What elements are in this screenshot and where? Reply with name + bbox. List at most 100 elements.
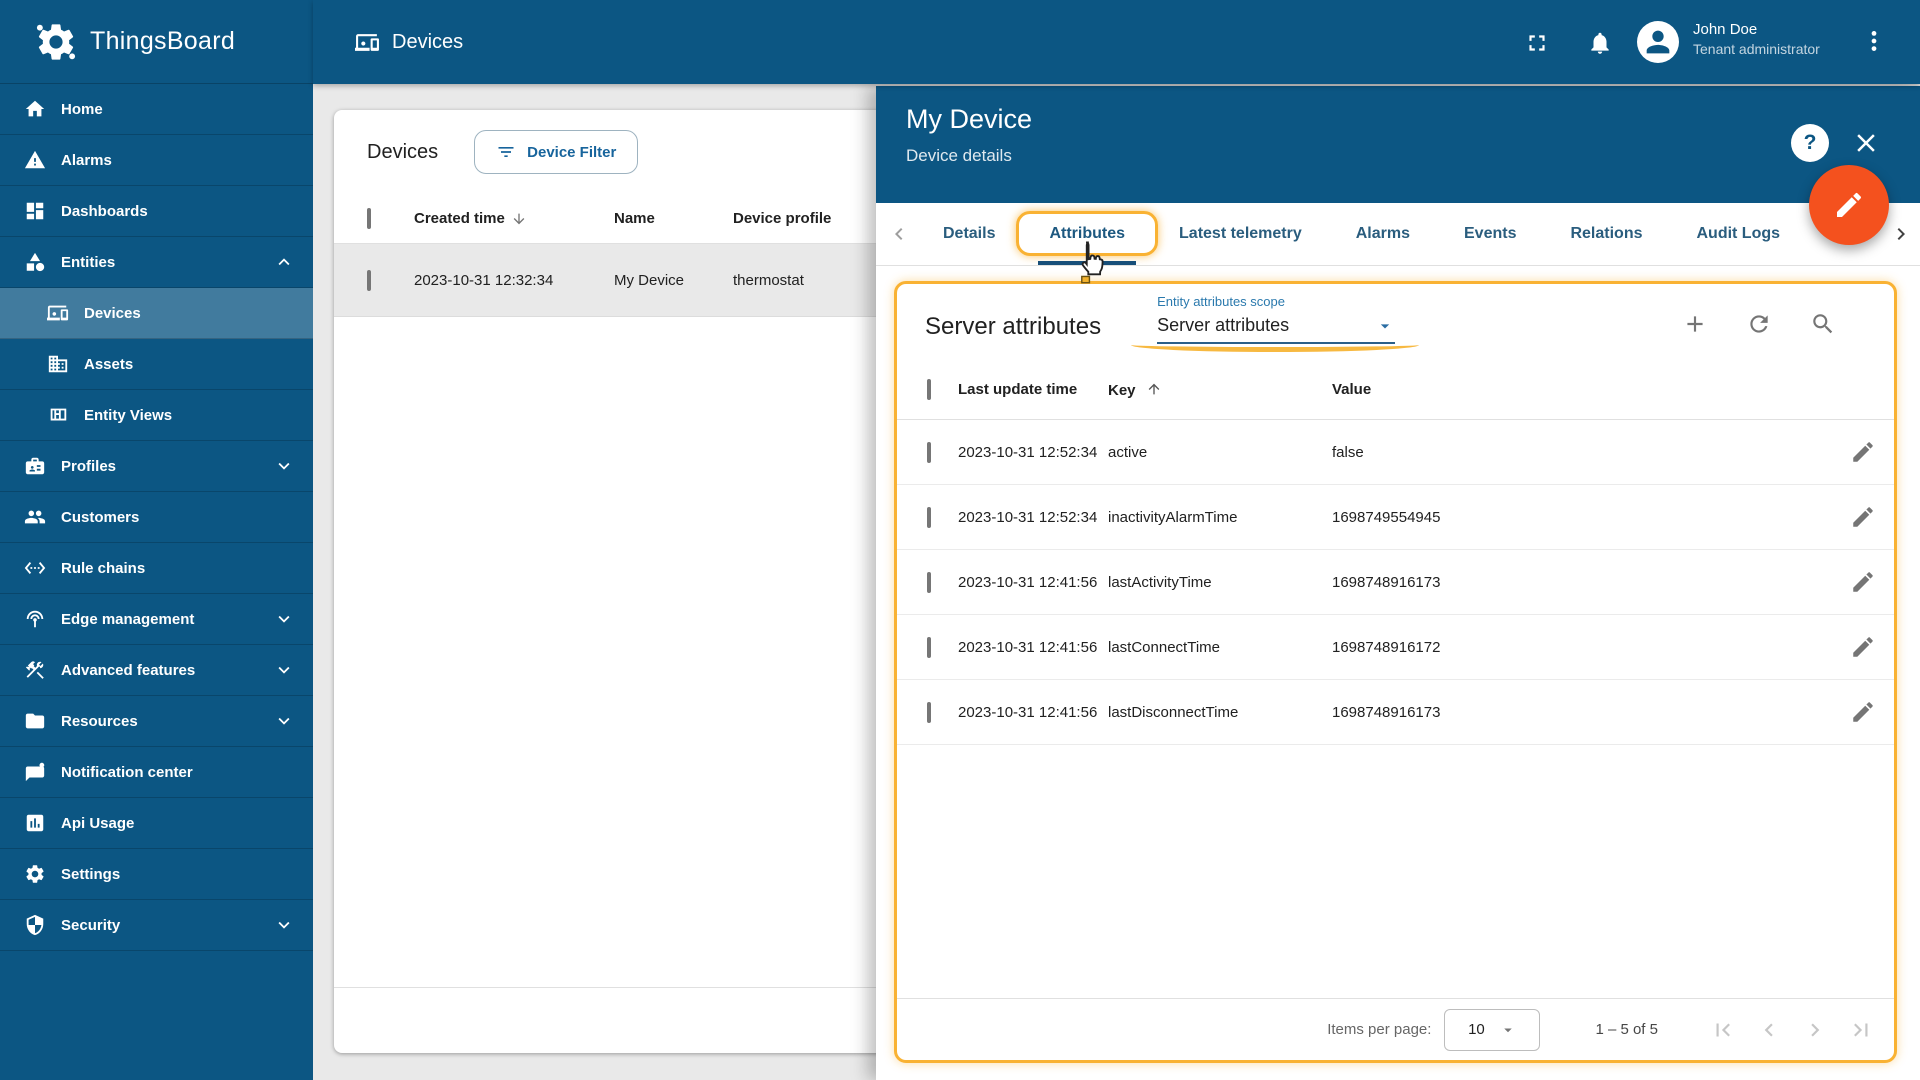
- row-checkbox[interactable]: [927, 701, 931, 723]
- select-all-checkbox[interactable]: [367, 208, 371, 229]
- attribute-row-last-disconnect-time[interactable]: 2023-10-31 12:41:56 lastDisconnectTime 1…: [897, 680, 1894, 745]
- chevron-down-icon: [278, 615, 290, 623]
- column-key[interactable]: Key: [1108, 381, 1332, 399]
- attributes-card: Server attributes Entity attributes scop…: [894, 281, 1897, 1063]
- add-attribute-button[interactable]: [1682, 311, 1708, 337]
- refresh-button[interactable]: [1746, 311, 1772, 337]
- tab-relations[interactable]: Relations: [1543, 203, 1669, 265]
- attribute-row-inactivity-alarm-time[interactable]: 2023-10-31 12:52:34 inactivityAlarmTime …: [897, 485, 1894, 550]
- pencil-icon: [1853, 572, 1873, 592]
- edit-device-fab[interactable]: [1809, 165, 1889, 245]
- last-page-icon: [1854, 1023, 1868, 1036]
- row-checkbox[interactable]: [927, 441, 931, 463]
- chevron-down-icon: [278, 462, 290, 470]
- sidebar-item-edge-management[interactable]: Edge management: [0, 594, 313, 645]
- sidebar-item-devices[interactable]: Devices: [0, 288, 313, 339]
- sidebar-item-advanced-features[interactable]: Advanced features: [0, 645, 313, 696]
- entities-icon: [26, 252, 45, 272]
- sidebar-item-home[interactable]: Home: [0, 84, 313, 135]
- chevron-right-icon: [1897, 228, 1905, 240]
- kebab-icon: [1871, 31, 1877, 51]
- refresh-icon: [1750, 315, 1768, 333]
- notification-center-icon: [25, 762, 45, 782]
- dropdown-arrow-icon: [1504, 1028, 1512, 1032]
- row-checkbox[interactable]: [927, 636, 931, 658]
- row-checkbox[interactable]: [927, 506, 931, 528]
- sidebar-item-resources[interactable]: Resources: [0, 696, 313, 747]
- attribute-row-active[interactable]: 2023-10-31 12:52:34 active false: [897, 420, 1894, 485]
- thingsboard-logo-icon: [36, 23, 76, 60]
- column-created-time[interactable]: Created time: [414, 210, 614, 227]
- tab-events[interactable]: Events: [1437, 203, 1543, 265]
- sidebar-item-dashboards[interactable]: Dashboards: [0, 186, 313, 237]
- sidebar-item-security[interactable]: Security: [0, 900, 313, 951]
- first-page-button[interactable]: [1710, 1017, 1736, 1043]
- sidebar-item-rule-chains[interactable]: Rule chains: [0, 543, 313, 594]
- notifications-button[interactable]: [1587, 30, 1613, 56]
- edge-management-icon: [26, 610, 44, 628]
- items-per-page-label: Items per page:: [1327, 1021, 1432, 1038]
- rule-chains-icon: [24, 562, 46, 574]
- column-value[interactable]: Value: [1332, 381, 1832, 398]
- fullscreen-button[interactable]: [1524, 30, 1550, 56]
- more-menu-button[interactable]: [1861, 28, 1887, 54]
- last-page-button[interactable]: [1848, 1017, 1874, 1043]
- edit-attribute-button[interactable]: [1850, 439, 1876, 465]
- app-title: ThingsBoard: [90, 27, 236, 55]
- entity-views-icon: [50, 408, 67, 421]
- edit-attribute-button[interactable]: [1850, 569, 1876, 595]
- column-name[interactable]: Name: [614, 210, 733, 227]
- row-checkbox[interactable]: [927, 571, 931, 593]
- previous-page-button[interactable]: [1756, 1017, 1782, 1043]
- column-last-update-time[interactable]: Last update time: [958, 381, 1108, 398]
- tabs-scroll-left-button[interactable]: [882, 203, 916, 265]
- bell-icon: [1591, 32, 1609, 54]
- edit-attribute-button[interactable]: [1850, 634, 1876, 660]
- panel-title: My Device: [906, 104, 1033, 134]
- row-checkbox[interactable]: [367, 269, 371, 291]
- sidebar-item-customers[interactable]: Customers: [0, 492, 313, 543]
- sort-desc-icon: [513, 213, 525, 224]
- sidebar-item-profiles[interactable]: Profiles: [0, 441, 313, 492]
- select-all-attributes-checkbox[interactable]: [927, 379, 931, 400]
- devices-icon: [47, 305, 69, 321]
- close-panel-button[interactable]: [1851, 128, 1881, 158]
- tab-details[interactable]: Details: [916, 203, 1022, 265]
- folder-icon: [25, 713, 45, 729]
- attribute-row-last-activity-time[interactable]: 2023-10-31 12:41:56 lastActivityTime 169…: [897, 550, 1894, 615]
- user-avatar[interactable]: [1637, 21, 1679, 63]
- entity-attributes-scope-select[interactable]: Entity attributes scope Server attribute…: [1131, 294, 1420, 352]
- sidebar-item-entity-views[interactable]: Entity Views: [0, 390, 313, 441]
- edit-attribute-button[interactable]: [1850, 699, 1876, 725]
- profiles-icon: [25, 457, 45, 475]
- tabs-scroll-right-button[interactable]: [1884, 203, 1918, 265]
- next-page-button[interactable]: [1802, 1017, 1828, 1043]
- edit-attribute-button[interactable]: [1850, 504, 1876, 530]
- sidebar-item-alarms[interactable]: Alarms: [0, 135, 313, 186]
- pager-controls: [1710, 1017, 1874, 1043]
- tab-attributes[interactable]: Attributes: [1016, 203, 1159, 284]
- scope-select-label: Entity attributes scope: [1157, 294, 1285, 309]
- sidebar-item-assets[interactable]: Assets: [0, 339, 313, 390]
- sidebar-item-notification-center[interactable]: Notification center: [0, 747, 313, 798]
- attributes-table-header: Last update time Key Value: [897, 360, 1894, 420]
- tab-latest-telemetry[interactable]: Latest telemetry: [1152, 203, 1329, 265]
- person-icon: [1646, 30, 1670, 54]
- panel-subtitle: Device details: [906, 146, 1012, 165]
- items-per-page-select[interactable]: 10: [1444, 1008, 1541, 1051]
- chevron-up-icon: [278, 258, 290, 266]
- device-filter-button[interactable]: Device Filter: [474, 130, 639, 174]
- sidebar-item-settings[interactable]: Settings: [0, 849, 313, 900]
- pencil-icon: [1853, 702, 1873, 722]
- tab-alarms[interactable]: Alarms: [1329, 203, 1437, 265]
- thingsboard-logo[interactable]: ThingsBoard: [0, 0, 313, 84]
- sidebar-item-api-usage[interactable]: Api Usage: [0, 798, 313, 849]
- user-role: Tenant administrator: [1693, 41, 1820, 58]
- chevron-down-icon: [278, 666, 290, 674]
- tab-audit-logs[interactable]: Audit Logs: [1669, 203, 1807, 265]
- attribute-row-last-connect-time[interactable]: 2023-10-31 12:41:56 lastConnectTime 1698…: [897, 615, 1894, 680]
- help-button[interactable]: ?: [1791, 124, 1829, 162]
- user-name: John Doe: [1693, 21, 1758, 38]
- sidebar-item-entities[interactable]: Entities: [0, 237, 313, 288]
- search-button[interactable]: [1810, 311, 1836, 337]
